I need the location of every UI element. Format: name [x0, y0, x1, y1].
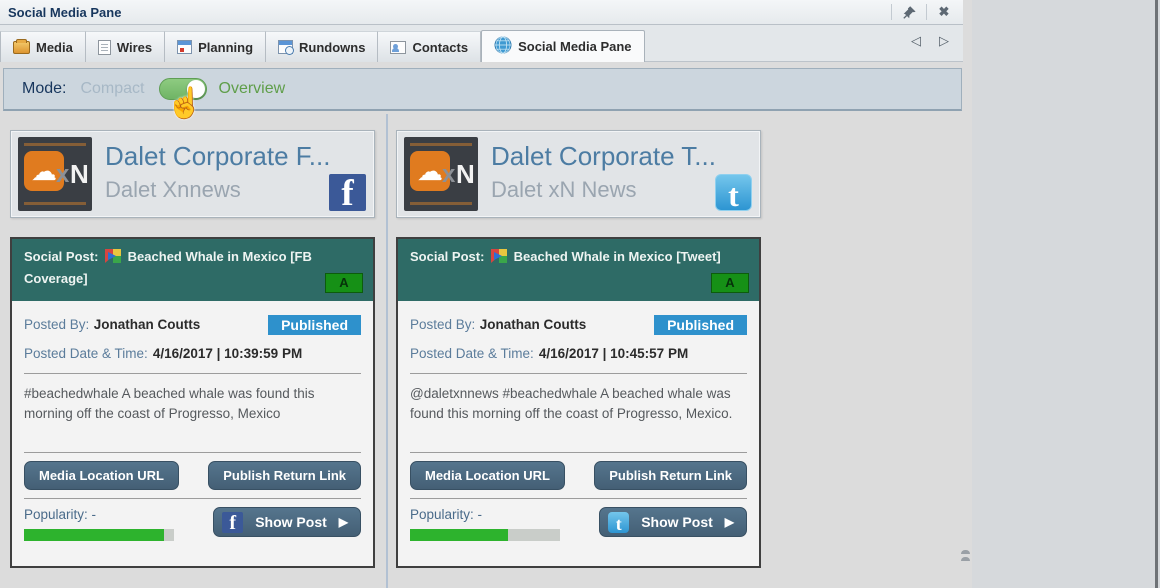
- divider: [410, 373, 747, 374]
- account-title: Dalet Corporate F...: [105, 141, 330, 172]
- publish-return-link-button[interactable]: Publish Return Link: [208, 461, 361, 490]
- divider: [410, 498, 747, 499]
- popularity-progress: [24, 529, 174, 541]
- planning-calendar-icon: [177, 40, 192, 54]
- posted-by-label: Posted By:: [24, 317, 89, 332]
- approval-badge: A: [711, 273, 749, 293]
- posted-by-label: Posted By:: [410, 317, 475, 332]
- pane-titlebar: Social Media Pane ✖: [0, 0, 963, 25]
- globe-icon: [494, 36, 512, 57]
- titlebar-separator: [891, 4, 892, 20]
- status-badge: Published: [268, 315, 361, 335]
- arrow-right-icon: ▶: [339, 515, 348, 529]
- divider: [24, 498, 361, 499]
- account-card-facebook[interactable]: ☁ x N Dalet Corporate F... Dalet Xnnews …: [10, 130, 375, 218]
- post-header-title: Beached Whale in Mexico [Tweet]: [514, 249, 721, 264]
- publish-return-link-button[interactable]: Publish Return Link: [594, 461, 747, 490]
- column-divider: [386, 114, 388, 588]
- posted-date-value: 4/16/2017 | 10:45:57 PM: [539, 346, 688, 361]
- titlebar-separator: [926, 4, 927, 20]
- media-location-url-button[interactable]: Media Location URL: [410, 461, 565, 490]
- approval-badge: A: [325, 273, 363, 293]
- post-panel-twitter: Social Post: Beached Whale in Mexico [Tw…: [396, 237, 761, 568]
- arrow-right-icon: ▶: [725, 515, 734, 529]
- post-header-prefix: Social Post:: [24, 249, 98, 264]
- post-header: Social Post: Beached Whale in Mexico [FB…: [12, 239, 373, 301]
- close-icon[interactable]: ✖: [933, 2, 955, 22]
- tab-bar: Media Wires Planning Rundowns Contacts: [0, 25, 963, 62]
- window-edge: [1155, 0, 1158, 588]
- social-media-pane: Social Media Pane ✖ Media Wires: [0, 0, 972, 588]
- post-text: @daletxnnews #beachedwhale A beached wha…: [410, 382, 747, 444]
- tab-scroll-right-icon[interactable]: ▷: [939, 33, 949, 49]
- posted-date-label: Posted Date & Time:: [410, 346, 534, 361]
- account-avatar: ☁ x N: [404, 137, 478, 211]
- scrollbar-grip[interactable]: [958, 550, 972, 574]
- story-pinwheel-icon: [491, 249, 507, 269]
- post-text: #beachedwhale A beached whale was found …: [24, 382, 361, 444]
- popularity-label: Popularity: -: [410, 507, 560, 522]
- posted-by-value: Jonathan Coutts: [94, 317, 201, 332]
- posted-date-label: Posted Date & Time:: [24, 346, 148, 361]
- facebook-icon: f: [329, 174, 366, 211]
- mode-label: Mode:: [22, 80, 66, 98]
- tab-scroll-left-icon[interactable]: ◁: [911, 33, 921, 49]
- tab-social-media-pane[interactable]: Social Media Pane: [481, 30, 644, 62]
- post-header-prefix: Social Post:: [410, 249, 484, 264]
- account-avatar: ☁ x N: [18, 137, 92, 211]
- popularity-progress-fill: [24, 529, 164, 541]
- posted-by-value: Jonathan Coutts: [480, 317, 587, 332]
- popularity-progress: [410, 529, 560, 541]
- divider: [24, 373, 361, 374]
- mode-toggle[interactable]: [159, 78, 207, 100]
- post-header: Social Post: Beached Whale in Mexico [Tw…: [398, 239, 759, 301]
- media-icon: [13, 41, 30, 54]
- popularity-progress-fill: [410, 529, 508, 541]
- contacts-icon: [390, 41, 406, 54]
- account-subtitle: Dalet Xnnews: [105, 177, 241, 203]
- mode-overview-label: Overview: [219, 80, 286, 98]
- tab-wires[interactable]: Wires: [86, 31, 165, 62]
- desktop-background: [972, 0, 1160, 588]
- pane-title: Social Media Pane: [0, 5, 121, 20]
- media-location-url-button[interactable]: Media Location URL: [24, 461, 179, 490]
- facebook-icon: f: [222, 512, 243, 533]
- divider: [410, 452, 747, 453]
- account-card-twitter[interactable]: ☁ x N Dalet Corporate T... Dalet xN News…: [396, 130, 761, 218]
- account-title: Dalet Corporate T...: [491, 141, 716, 172]
- tab-planning[interactable]: Planning: [165, 31, 266, 62]
- twitter-icon: t: [608, 512, 629, 533]
- popularity-label: Popularity: -: [24, 507, 174, 522]
- toggle-knob: [187, 80, 205, 98]
- status-badge: Published: [654, 315, 747, 335]
- post-panel-facebook: Social Post: Beached Whale in Mexico [FB…: [10, 237, 375, 568]
- posted-date-value: 4/16/2017 | 10:39:59 PM: [153, 346, 302, 361]
- pane-content: ☁ x N Dalet Corporate F... Dalet Xnnews …: [0, 112, 963, 588]
- pin-icon[interactable]: [898, 2, 920, 22]
- post-body: Posted By: Jonathan Coutts Published Pos…: [398, 301, 759, 551]
- divider: [24, 452, 361, 453]
- wires-icon: [98, 40, 111, 55]
- show-post-button[interactable]: t Show Post ▶: [599, 507, 747, 537]
- show-post-button[interactable]: f Show Post ▶: [213, 507, 361, 537]
- twitter-icon: t: [715, 174, 752, 211]
- mode-compact-label: Compact: [80, 80, 144, 98]
- tab-media[interactable]: Media: [0, 31, 86, 62]
- tab-rundowns[interactable]: Rundowns: [266, 31, 378, 62]
- account-subtitle: Dalet xN News: [491, 177, 636, 203]
- post-body: Posted By: Jonathan Coutts Published Pos…: [12, 301, 373, 551]
- rundowns-calendar-clock-icon: [278, 40, 293, 54]
- mode-bar: Mode: Compact Overview: [3, 68, 962, 111]
- story-pinwheel-icon: [105, 249, 121, 269]
- tab-contacts[interactable]: Contacts: [378, 31, 481, 62]
